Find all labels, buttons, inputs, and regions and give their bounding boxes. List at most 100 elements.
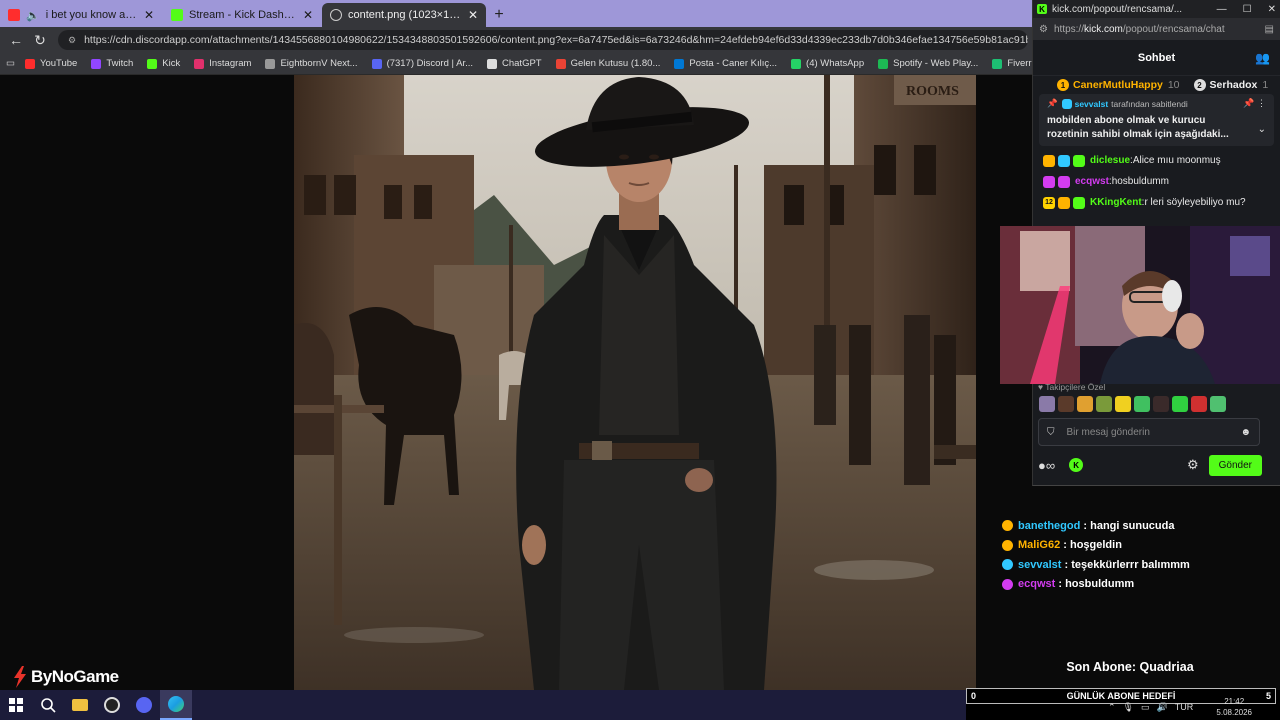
obs-icon[interactable] (96, 690, 128, 720)
bookmark-label: Posta - Caner Kılıç... (689, 58, 778, 69)
site-info-icon[interactable]: ⚙ (1039, 24, 1048, 35)
chat-message-input[interactable]: ⛉ Bir mesaj gönderin ☻ (1038, 418, 1260, 446)
network-icon[interactable]: ▭ (1141, 702, 1150, 713)
emoji-icon[interactable]: ☻ (1240, 427, 1251, 438)
chat-username[interactable]: KKingKent (1090, 197, 1142, 208)
chat-message[interactable]: ecqwst: hosbuldumm (1043, 171, 1270, 192)
overlay-text: hangi sunucuda (1090, 519, 1175, 532)
bookmark-label: Kick (162, 58, 181, 69)
back-icon[interactable]: ← (4, 29, 28, 51)
emote-icon[interactable] (1115, 396, 1131, 412)
bynogame-mark-icon (14, 666, 26, 688)
more-icon[interactable]: 📌 ⋮ (1243, 98, 1266, 109)
gifter-name: Serhadox (1209, 79, 1258, 91)
kick-coin-icon[interactable]: K (1069, 458, 1084, 472)
pinned-message[interactable]: 📌 sevvalst tarafından sabitlendi mobilde… (1039, 94, 1274, 146)
gifter-2[interactable]: 2 Serhadox 1 (1193, 79, 1268, 91)
volume-icon[interactable]: 🔊 (1157, 702, 1168, 713)
bookmark-item[interactable]: (4) WhatsApp (791, 58, 864, 69)
chevron-down-icon[interactable]: ⌄ (1258, 124, 1266, 135)
bookmark-item[interactable]: Instagram (194, 58, 251, 69)
new-tab-button[interactable]: + (487, 3, 511, 27)
close-icon[interactable]: ✕ (144, 8, 154, 22)
chat-message[interactable]: diclesue: Alice mıu moonmuş (1043, 150, 1270, 171)
popout-url-bar[interactable]: ⚙ https://kick.com/popout/rencsama/chat … (1033, 18, 1280, 40)
tab-kick-dashboard[interactable]: Stream - Kick Dashboard ✕ (163, 3, 321, 27)
reload-icon[interactable]: ↻ (28, 29, 52, 51)
emote-icon[interactable] (1210, 396, 1226, 412)
user-badge-icon (1073, 196, 1085, 209)
edge-icon[interactable] (160, 690, 192, 720)
close-icon[interactable]: ✕ (1268, 4, 1276, 15)
emote-icon[interactable] (1096, 396, 1112, 412)
file-explorer-icon[interactable] (64, 690, 96, 720)
site-info-icon[interactable]: ⚙ (68, 35, 76, 46)
rank-badge: 2 (1193, 79, 1206, 91)
maximize-icon[interactable]: ☐ (1243, 4, 1252, 15)
system-tray: ⌃ 🎙 ▭ 🔊 TUR 21:42 5.08.2026 (1108, 694, 1280, 720)
users-icon[interactable]: 👥 (1255, 51, 1270, 65)
language-indicator[interactable]: TUR (1175, 702, 1194, 712)
chevron-up-icon[interactable]: ⌃ (1108, 702, 1116, 713)
bookmark-favicon-icon (487, 58, 497, 69)
pin-icon: 📌 (1047, 98, 1058, 108)
tab-content-png[interactable]: content.png (1023×1537) ✕ (322, 3, 486, 27)
emote-icon[interactable] (1153, 396, 1169, 412)
bookmark-favicon-icon (555, 58, 566, 69)
tab-youtube[interactable]: 🔈 i bet you know all these songs ✕ (0, 3, 162, 27)
chat-message[interactable]: 12 KKingKent: r leri söyleyebiliyo mu? (1043, 192, 1270, 213)
discord-icon[interactable] (128, 690, 160, 720)
url-prefix: https:// (1053, 23, 1084, 35)
points-icon[interactable]: ●∞ (1038, 458, 1055, 473)
overlay-username: sevvalst (1018, 558, 1062, 571)
tab-label: Stream - Kick Dashboard (189, 9, 297, 21)
search-icon[interactable] (32, 690, 64, 720)
chat-text: r leri söyleyebiliyo mu? (1144, 197, 1246, 208)
apps-icon[interactable]: ▭ (6, 58, 15, 69)
url-field[interactable]: ⚙ https://cdn.discordapp.com/attachments… (58, 30, 1028, 50)
bookmark-item[interactable]: YouTube (24, 58, 77, 69)
overlay-username: ecqwst (1018, 578, 1056, 591)
desktop: 🔈 i bet you know all these songs ✕ Strea… (0, 0, 1280, 720)
chat-text: hosbuldumm (1111, 176, 1169, 187)
browser-tabbar: 🔈 i bet you know all these songs ✕ Strea… (0, 0, 1032, 27)
emote-icon[interactable] (1058, 396, 1074, 412)
emote-icon[interactable] (1172, 396, 1188, 412)
emote-icon[interactable] (1077, 396, 1093, 412)
overlay-chat-message: ecqwst : hosbuldumm (1002, 575, 1272, 595)
bookmark-label: (4) WhatsApp (806, 58, 865, 69)
bookmark-favicon-icon (371, 58, 382, 69)
chat-username[interactable]: ecqwst (1075, 176, 1109, 187)
chat-username[interactable]: diclesue (1090, 155, 1130, 166)
microphone-icon[interactable]: 🎙 (1123, 702, 1134, 713)
reader-icon[interactable]: ▤ (1265, 24, 1274, 35)
minimize-icon[interactable]: — (1217, 4, 1227, 15)
user-badge-icon (1002, 559, 1013, 571)
separator: : (1061, 558, 1072, 571)
clock[interactable]: 21:42 5.08.2026 (1216, 696, 1252, 718)
bookmark-item[interactable]: Kick (147, 58, 180, 69)
gifter-1[interactable]: 1 CanerMutluHappy 10 (1057, 79, 1180, 91)
close-icon[interactable]: ✕ (468, 8, 478, 22)
emote-icon[interactable] (1191, 396, 1207, 412)
bookmark-item[interactable]: (7317) Discord | Ar... (371, 58, 473, 69)
overlay-text: hosbuldumm (1065, 578, 1135, 591)
bookmark-item[interactable]: Spotify - Web Play... (878, 58, 978, 69)
bookmark-item[interactable]: ChatGPT (487, 58, 542, 69)
close-icon[interactable]: ✕ (303, 8, 313, 22)
bookmark-item[interactable]: Posta - Caner Kılıç... (674, 58, 777, 69)
chat-text: Alice mıu moonmuş (1132, 155, 1221, 166)
gifter-name: CanerMutluHappy (1073, 79, 1163, 91)
url-path: /popout/rencsama/chat (1122, 23, 1225, 35)
emote-icon[interactable] (1134, 396, 1150, 412)
emote-icon[interactable] (1039, 396, 1055, 412)
bookmark-item[interactable]: Twitch (91, 58, 133, 69)
gear-icon[interactable]: ⚙ (1187, 457, 1199, 473)
bookmark-item[interactable]: EightbornV Next... (265, 58, 358, 69)
send-button[interactable]: Gönder (1208, 454, 1262, 476)
bookmark-item[interactable]: Gelen Kutusu (1.80... (555, 58, 660, 69)
bookmark-item[interactable]: Fiverr - Freelance S... (992, 58, 1032, 69)
windows-start-icon[interactable] (0, 690, 32, 720)
separator: : (1060, 539, 1070, 552)
goal-current: 0 (971, 691, 977, 701)
